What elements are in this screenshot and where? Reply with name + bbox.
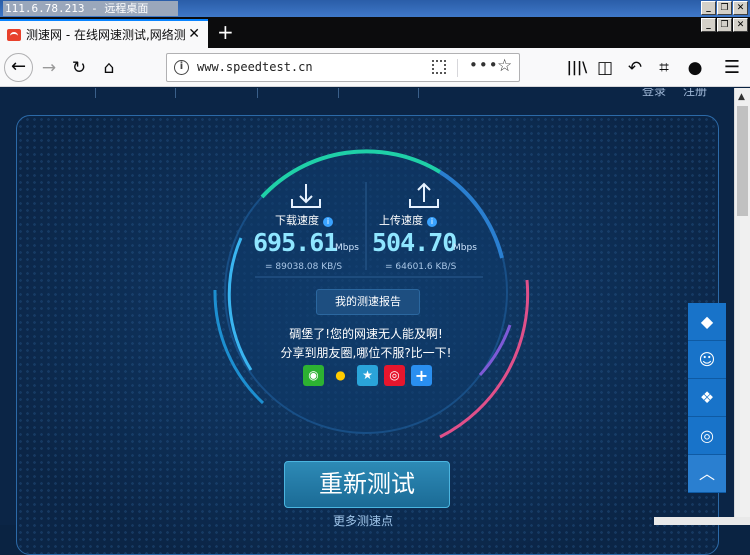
page-scrollbar[interactable]: ▲ — [734, 88, 750, 525]
side-wechat-icon[interactable]: ❖ — [688, 379, 726, 417]
speed-gauge-rings — [213, 149, 530, 439]
upload-label: 上传速度 i — [379, 212, 437, 228]
share-prompt: 分享到朋友圈,哪位不服?比一下! — [280, 346, 452, 360]
qzone-icon[interactable]: ★ — [357, 365, 378, 386]
upload-label-text: 上传速度 — [379, 214, 423, 227]
download-info-icon[interactable]: i — [323, 217, 333, 227]
wechat-icon[interactable]: ◉ — [303, 365, 324, 386]
retest-button[interactable]: 重新测试 — [284, 461, 450, 508]
upload-kbps-value: = 64601.6 KB/S — [385, 262, 457, 272]
upload-info-icon[interactable]: i — [427, 217, 437, 227]
side-qq-icon[interactable]: ◆ — [688, 303, 726, 341]
qq-icon[interactable]: ● — [330, 365, 351, 386]
scroll-up-arrow-icon[interactable]: ▲ — [738, 92, 745, 102]
download-speed-value: 695.61 — [253, 228, 338, 257]
side-share-rail: ◆ ☺ ❖ ◎ ︿ — [688, 303, 726, 493]
side-weibo-icon[interactable]: ◎ — [688, 417, 726, 455]
download-label-text: 下载速度 — [275, 214, 319, 227]
status-corner — [654, 517, 750, 525]
result-message: 碉堡了!您的网速无人能及啊! — [289, 327, 443, 341]
download-speed-unit: Mbps — [335, 243, 359, 253]
download-kbps-value: = 89038.08 KB/S — [265, 262, 343, 272]
upload-speed-value: 504.70 — [372, 228, 457, 257]
back-to-top-icon[interactable]: ︿ — [688, 455, 726, 493]
my-report-button[interactable]: 我的测速报告 — [316, 289, 420, 315]
download-label: 下载速度 i — [275, 212, 333, 228]
plus-icon[interactable]: + — [411, 365, 432, 386]
more-test-nodes-link[interactable]: 更多测速点 — [333, 512, 393, 529]
weibo-icon[interactable]: ◎ — [384, 365, 405, 386]
scroll-thumb[interactable] — [737, 106, 748, 216]
upload-speed-unit: Mbps — [453, 243, 477, 253]
side-contacts-icon[interactable]: ☺ — [688, 341, 726, 379]
